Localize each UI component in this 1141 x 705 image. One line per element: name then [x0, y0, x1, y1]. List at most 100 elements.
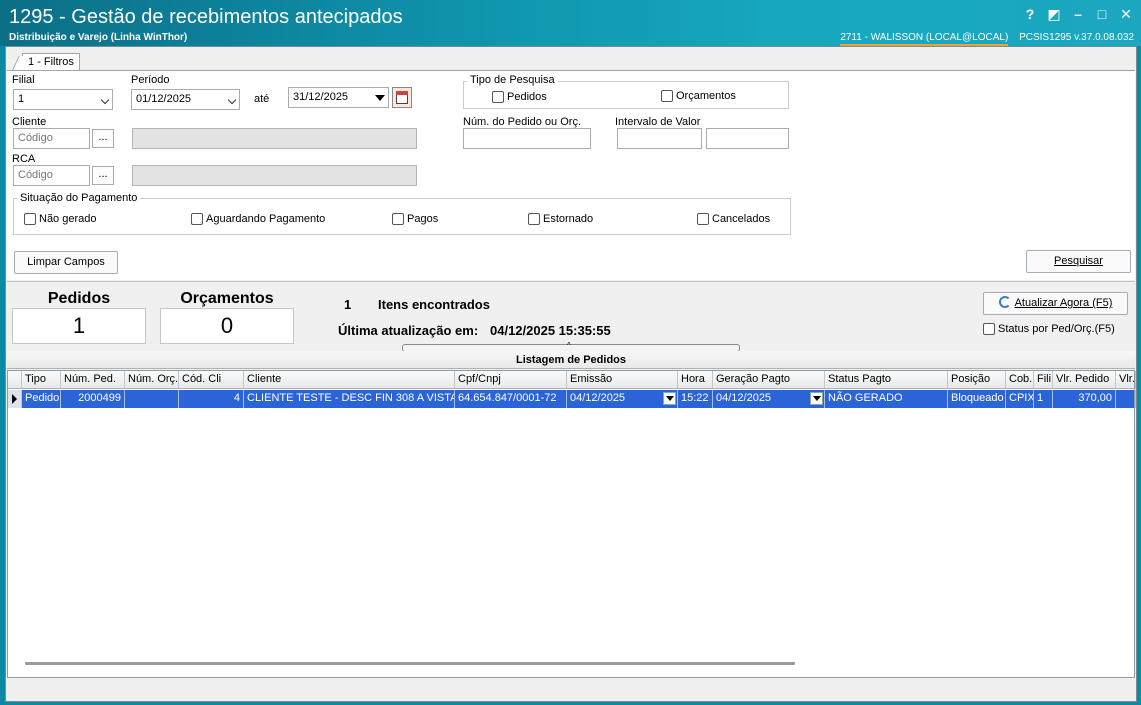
cell-emissao[interactable]: 04/12/2025	[567, 390, 678, 408]
chevron-up-icon[interactable]: ^	[567, 341, 571, 350]
column-header[interactable]: Núm. Orç.	[125, 371, 179, 389]
orcamentos-checkbox[interactable]: Orçamentos	[661, 90, 736, 102]
minimize-icon[interactable]: –	[1071, 6, 1085, 22]
maximize-icon[interactable]: □	[1095, 6, 1109, 22]
valor-max-input[interactable]	[706, 128, 789, 149]
cell-tipo[interactable]: Pedido	[22, 390, 61, 408]
cancelados-checkbox[interactable]: Cancelados	[697, 213, 770, 225]
checkbox-box[interactable]	[661, 90, 673, 102]
column-header[interactable]: Emissão	[567, 371, 678, 389]
cell-num-ped[interactable]: 2000499	[61, 390, 125, 408]
orcamentos-counter-title: Orçamentos	[180, 290, 274, 307]
module-code: PCSIS1295	[1019, 32, 1072, 43]
num-pedido-label: Núm. do Pedido ou Orç.	[463, 116, 582, 128]
pesquisar-button[interactable]: Pesquisar	[1026, 250, 1131, 273]
checkbox-box[interactable]	[24, 213, 36, 225]
dropdown-arrow-icon[interactable]	[663, 392, 676, 405]
tab-filtros[interactable]: 1 - Filtros	[22, 53, 80, 71]
checkbox-box[interactable]	[528, 213, 540, 225]
cliente-lookup-button[interactable]: ...	[92, 129, 114, 148]
column-header[interactable]: Cliente	[244, 371, 455, 389]
help-icon[interactable]: ?	[1023, 6, 1037, 22]
column-header[interactable]: Tipo	[22, 371, 61, 389]
tipo-pesquisa-title: Tipo de Pesquisa	[467, 74, 558, 86]
items-label: Itens encontrados	[378, 297, 490, 312]
aguardando-pagamento-checkbox[interactable]: Aguardando Pagamento	[191, 213, 325, 225]
atualizar-agora-button[interactable]: Atualizar Agora (F5)	[983, 292, 1128, 315]
title-bar: 1295 - Gestão de recebimentos antecipado…	[0, 0, 1141, 46]
checkbox-box[interactable]	[191, 213, 203, 225]
horizontal-scrollbar[interactable]	[25, 662, 795, 665]
nao-gerado-checkbox[interactable]: Não gerado	[24, 213, 97, 225]
cell-vlr-pedido[interactable]: 370,00	[1053, 390, 1116, 408]
cell-posicao[interactable]: Bloqueado	[948, 390, 1006, 408]
cell-filial[interactable]: 1	[1034, 390, 1053, 408]
filter-panel: Filial 1 Período 01/12/2025 até 31/12/20…	[7, 70, 1135, 280]
num-pedido-input[interactable]	[463, 128, 591, 149]
column-header[interactable]: Cpf/Cnpj	[455, 371, 567, 389]
column-header[interactable]: Núm. Ped.	[61, 371, 125, 389]
periodo-start-field[interactable]: 01/12/2025	[131, 89, 240, 110]
column-header[interactable]: Geração Pagto	[713, 371, 825, 389]
column-header[interactable]: Cód. Cli	[179, 371, 244, 389]
dropdown-arrow-icon[interactable]	[375, 95, 385, 101]
last-update-label: Última atualização em:	[338, 323, 479, 338]
checkbox-box[interactable]	[492, 91, 504, 103]
filial-select[interactable]: 1	[13, 89, 113, 110]
cell-cliente[interactable]: CLIENTE TESTE - DESC FIN 308 A VISTA	[244, 390, 455, 408]
pesquisar-label: Pesquisar	[1054, 255, 1103, 267]
rca-code-placeholder: Código	[18, 169, 53, 181]
cell-cod-cli[interactable]: 4	[179, 390, 244, 408]
rca-code-input[interactable]: Código	[13, 165, 90, 186]
column-header[interactable]: Vlr. Pedido	[1053, 371, 1116, 389]
pedidos-checkbox-label: Pedidos	[507, 91, 547, 103]
column-header[interactable]: Vlr.	[1116, 371, 1136, 389]
user-info: 2711 - WALISSON (LOCAL@LOCAL) PCSIS1295 …	[840, 32, 1134, 46]
cliente-code-input[interactable]: Código	[13, 128, 90, 149]
grid-header: Tipo Núm. Ped. Núm. Orç. Cód. Cli Client…	[8, 371, 1136, 389]
cell-cobranca[interactable]: CPIX	[1006, 390, 1034, 408]
pagos-checkbox[interactable]: Pagos	[392, 213, 438, 225]
cliente-name-field	[132, 128, 417, 149]
cell-vlr[interactable]	[1116, 390, 1136, 408]
status-ped-orc-checkbox[interactable]: Status por Ped/Orç.(F5)	[983, 323, 1115, 335]
theme-icon[interactable]: ◩	[1047, 6, 1061, 22]
pedidos-counter-title: Pedidos	[47, 290, 111, 307]
limpar-campos-button[interactable]: Limpar Campos	[14, 251, 118, 274]
version: v.37.0.08.032	[1074, 32, 1134, 43]
cell-hora[interactable]: 15:22	[678, 390, 713, 408]
pagos-label: Pagos	[407, 213, 439, 225]
atualizar-agora-label: Atualizar Agora (F5)	[1014, 297, 1113, 309]
user-name: 2711 - WALISSON (LOCAL@LOCAL)	[840, 32, 1009, 46]
pedidos-checkbox[interactable]: Pedidos	[492, 91, 547, 103]
table-row[interactable]: Pedido 2000499 4 CLIENTE TESTE - DESC FI…	[8, 390, 1136, 408]
calendar-icon[interactable]	[392, 87, 412, 108]
column-header[interactable]: Status Pagto	[825, 371, 948, 389]
filial-value: 1	[18, 93, 25, 105]
column-header[interactable]: Fili	[1034, 371, 1053, 389]
window-title: 1295 - Gestão de recebimentos antecipado…	[9, 6, 403, 28]
cell-num-orc[interactable]	[125, 390, 179, 408]
cell-geracao-pagto[interactable]: 04/12/2025	[713, 390, 825, 408]
cell-status-pagto[interactable]: NÃO GERADO	[825, 390, 948, 408]
items-count: 1	[344, 297, 352, 312]
checkbox-box[interactable]	[983, 323, 995, 335]
summary-panel: Pedidos 1 Orçamentos 0 1 Itens encontrad…	[7, 281, 1135, 347]
orcamentos-checkbox-label: Orçamentos	[676, 90, 736, 102]
checkbox-box[interactable]	[392, 213, 404, 225]
pedidos-counter: Pedidos 1	[12, 284, 146, 344]
close-icon[interactable]: ✕	[1119, 6, 1133, 22]
checkbox-box[interactable]	[697, 213, 709, 225]
periodo-end-field[interactable]: 31/12/2025	[288, 87, 389, 108]
valor-min-input[interactable]	[617, 128, 702, 149]
cliente-code-placeholder: Código	[18, 132, 53, 144]
column-header[interactable]: Posição	[948, 371, 1006, 389]
orcamentos-counter-value: 0	[160, 308, 294, 344]
cell-cpf-cnpj[interactable]: 64.654.847/0001-72	[455, 390, 567, 408]
main-frame: 1 - Filtros Filial 1 Período 01/12/2025 …	[5, 46, 1137, 702]
column-header[interactable]: Hora	[678, 371, 713, 389]
rca-lookup-button[interactable]: ...	[92, 166, 114, 185]
estornado-checkbox[interactable]: Estornado	[528, 213, 593, 225]
dropdown-arrow-icon[interactable]	[810, 392, 823, 405]
column-header[interactable]: Cob.	[1006, 371, 1034, 389]
